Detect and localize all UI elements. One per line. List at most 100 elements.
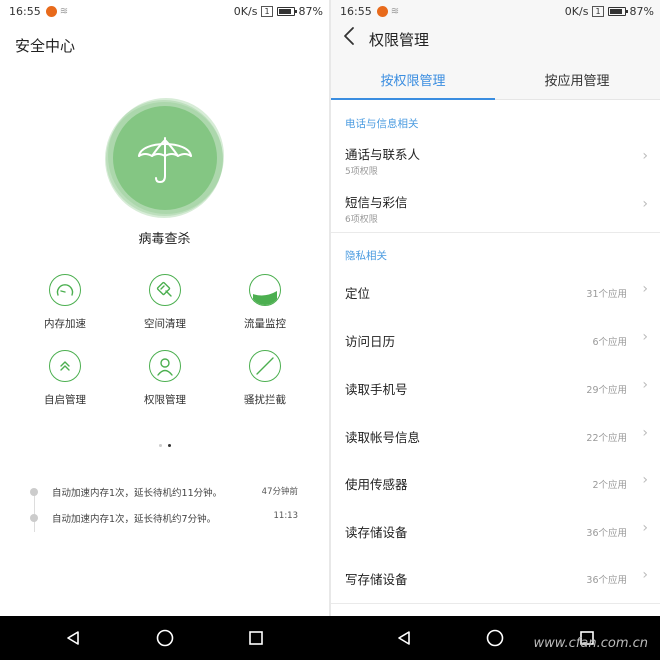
- back-nav-icon[interactable]: [63, 628, 83, 648]
- data-monitor-button[interactable]: 流量监控: [215, 274, 315, 331]
- chevron-right-icon: ›: [642, 567, 648, 583]
- back-nav-icon[interactable]: [394, 628, 414, 648]
- status-time: 16:55: [340, 4, 372, 18]
- network-speed: 0K/s: [564, 4, 589, 18]
- person-icon: [149, 350, 181, 382]
- app-bar: 权限管理: [331, 22, 660, 56]
- row-app-count: 6个应用: [592, 337, 627, 348]
- permission-row-read-storage[interactable]: 读存储设备 36个应用 ›: [331, 519, 660, 549]
- sim-icon: 1: [592, 5, 604, 17]
- row-title: 读取帐号信息: [345, 430, 421, 445]
- chevron-right-icon: ›: [642, 425, 648, 441]
- chevron-right-icon: ›: [642, 472, 648, 488]
- virus-scan-button[interactable]: [105, 98, 225, 218]
- row-subtitle: 6项权限: [345, 215, 378, 225]
- battery-percent: 87%: [298, 4, 323, 18]
- page-dot-active: [167, 444, 171, 447]
- timeline-time: 11:13: [273, 511, 299, 521]
- permission-row-phone-number[interactable]: 读取手机号 29个应用 ›: [331, 376, 660, 406]
- row-title: 定位: [345, 286, 371, 301]
- timeline-text: 自动加速内存1次，延长待机约7分钟。: [52, 514, 217, 525]
- space-clean-label: 空间清理: [144, 318, 186, 330]
- notification-icon: [376, 5, 388, 17]
- tab-indicator: [331, 98, 495, 100]
- timeline-text: 自动加速内存1次，延长待机约11分钟。: [52, 488, 223, 499]
- row-title: 短信与彩信: [345, 195, 408, 210]
- virus-scan-label: 病毒查杀: [138, 232, 191, 247]
- row-app-count: 31个应用: [586, 289, 627, 300]
- chevron-right-icon: ›: [642, 148, 648, 164]
- permission-row-location[interactable]: 定位 31个应用 ›: [331, 280, 660, 310]
- autostart-manage-label: 自启管理: [44, 394, 86, 406]
- network-speed: 0K/s: [233, 4, 258, 18]
- page-dot: [158, 444, 162, 447]
- section-header-phone: 电话与信息相关: [345, 118, 419, 130]
- permission-manage-label: 权限管理: [144, 394, 186, 406]
- battery-icon: [607, 6, 628, 16]
- row-title: 读取手机号: [345, 382, 408, 397]
- row-title: 使用传感器: [345, 477, 408, 492]
- notification-icon: [45, 5, 57, 17]
- chevron-right-icon: ›: [642, 196, 648, 212]
- double-chevron-up-icon: [49, 350, 81, 382]
- permission-row-calendar[interactable]: 访问日历 6个应用 ›: [331, 328, 660, 358]
- wifi-icon: ≋: [390, 5, 400, 17]
- battery-icon: [276, 6, 297, 16]
- row-app-count: 2个应用: [592, 480, 627, 491]
- wifi-icon: ≋: [59, 5, 69, 17]
- tab-bar: 按权限管理 按应用管理: [331, 56, 660, 100]
- timeline-item: 自动加速内存1次，延长待机约7分钟。 11:13: [30, 508, 310, 534]
- memory-boost-label: 内存加速: [44, 318, 86, 330]
- permission-row-write-storage[interactable]: 写存储设备 36个应用 ›: [331, 566, 660, 596]
- status-time: 16:55: [9, 4, 41, 18]
- permission-row-sms-mms[interactable]: 短信与彩信 6项权限 ›: [331, 184, 660, 230]
- activity-timeline: 自动加速内存1次，延长待机约11分钟。 47分钟前 自动加速内存1次，延长待机约…: [30, 482, 310, 534]
- harassment-block-label: 骚扰拦截: [244, 394, 286, 406]
- permission-row-calls-contacts[interactable]: 通话与联系人 5项权限 ›: [331, 136, 660, 182]
- memory-boost-button[interactable]: 内存加速: [15, 274, 115, 331]
- page-indicator: [0, 432, 329, 451]
- status-bar: 16:55 ≋ 0K/s 1 87%: [331, 0, 660, 22]
- home-nav-icon[interactable]: [485, 628, 505, 648]
- space-clean-button[interactable]: 空间清理: [115, 274, 215, 331]
- harassment-block-button[interactable]: 骚扰拦截: [215, 350, 315, 407]
- row-app-count: 22个应用: [586, 433, 627, 444]
- status-bar: 16:55 ≋ 0K/s 1 87%: [0, 0, 329, 22]
- row-app-count: 36个应用: [586, 575, 627, 586]
- umbrella-icon: [138, 137, 192, 183]
- page-title: 权限管理: [369, 31, 430, 49]
- speedometer-icon: [49, 274, 81, 306]
- block-icon: [249, 350, 281, 382]
- row-app-count: 36个应用: [586, 528, 627, 539]
- watermark: www.cfan.com.cn: [533, 636, 648, 651]
- chevron-right-icon: ›: [642, 329, 648, 345]
- data-usage-icon: [249, 274, 281, 306]
- section-header-privacy: 隐私相关: [345, 250, 387, 262]
- row-app-count: 29个应用: [586, 385, 627, 396]
- chevron-right-icon: ›: [642, 377, 648, 393]
- recents-nav-icon[interactable]: [246, 628, 266, 648]
- timeline-item: 自动加速内存1次，延长待机约11分钟。 47分钟前: [30, 482, 310, 508]
- row-subtitle: 5项权限: [345, 167, 378, 177]
- battery-percent: 87%: [629, 4, 654, 18]
- back-arrow-icon[interactable]: [343, 26, 355, 51]
- row-title: 写存储设备: [345, 572, 408, 587]
- tab-by-permission[interactable]: 按权限管理: [331, 70, 495, 89]
- permission-row-sensors[interactable]: 使用传感器 2个应用 ›: [331, 471, 660, 501]
- permission-row-account-info[interactable]: 读取帐号信息 22个应用 ›: [331, 424, 660, 454]
- tab-by-app[interactable]: 按应用管理: [495, 70, 659, 89]
- broom-icon: [149, 274, 181, 306]
- permission-management-screen: 16:55 ≋ 0K/s 1 87% 权限管理 按权限管理 按应用管理 电话与信…: [331, 0, 660, 616]
- autostart-manage-button[interactable]: 自启管理: [15, 350, 115, 407]
- row-title: 通话与联系人: [345, 147, 421, 162]
- page-title: 安全中心: [15, 37, 76, 55]
- chevron-right-icon: ›: [642, 281, 648, 297]
- timeline-time: 47分钟前: [261, 487, 298, 497]
- home-nav-icon[interactable]: [155, 628, 175, 648]
- row-title: 访问日历: [345, 334, 396, 349]
- sim-icon: 1: [261, 5, 273, 17]
- row-title: 读存储设备: [345, 525, 408, 540]
- security-center-screen: 16:55 ≋ 0K/s 1 87% 安全中心 病毒查杀 内存加速 空间清理 流…: [0, 0, 329, 616]
- data-monitor-label: 流量监控: [244, 318, 286, 330]
- permission-manage-button[interactable]: 权限管理: [115, 350, 215, 407]
